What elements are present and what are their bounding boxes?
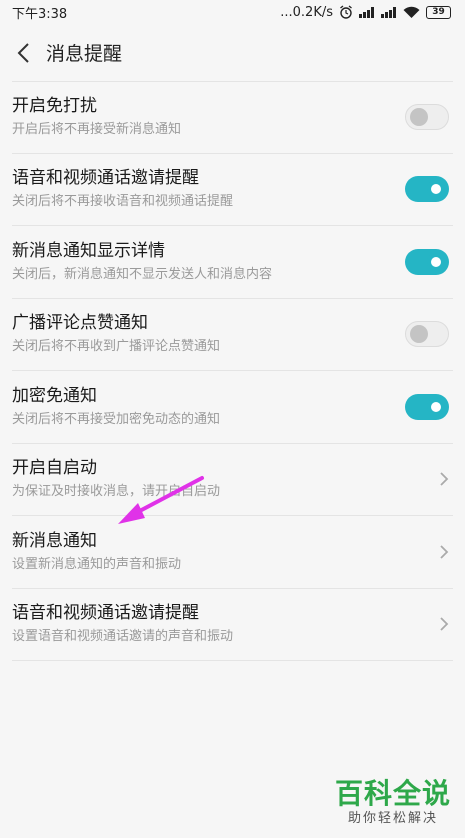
toggle-knob — [427, 397, 445, 416]
watermark-sub-text: 助你轻松解决 — [347, 811, 438, 826]
back-arrow-icon — [17, 42, 29, 63]
setting-row-call-invite-reminder[interactable]: 语音和视频通话邀请提醒关闭后将不再接收语音和视频通话提醒 — [12, 154, 453, 226]
row-title: 新消息通知显示详情 — [12, 240, 165, 261]
status-bar: 下午3:38 ...0.2K/s 39 — [0, 0, 465, 24]
row-description: 设置新消息通知的声音和振动 — [12, 556, 182, 572]
toggle-knob — [410, 108, 428, 127]
chevron-right-icon — [440, 472, 449, 486]
toggle-knob — [410, 325, 428, 344]
row-description: 关闭后，新消息通知不显示发送人和消息内容 — [12, 266, 273, 282]
row-description: 关闭后将不再收到广播评论点赞通知 — [12, 339, 221, 355]
toggle-knob — [427, 252, 445, 271]
row-title: 开启自启动 — [12, 458, 97, 479]
row-title: 广播评论点赞通知 — [12, 313, 148, 334]
status-icons: ...0.2K/s 39 — [280, 5, 451, 20]
chevron-right-icon — [440, 617, 449, 631]
row-title: 语音和视频通话邀请提醒 — [12, 168, 199, 189]
setting-row-auto-start[interactable]: 开启自启动为保证及时接收消息，请开启自启动 — [12, 444, 453, 516]
row-description: 为保证及时接收消息，请开启自启动 — [12, 484, 221, 500]
broadcast-like-notify-toggle[interactable] — [405, 321, 449, 348]
setting-row-broadcast-like-notify[interactable]: 广播评论点赞通知关闭后将不再收到广播评论点赞通知 — [12, 299, 453, 371]
row-description: 关闭后将不再接收语音和视频通话提醒 — [12, 194, 234, 210]
cell-signal-icon-2 — [381, 6, 397, 18]
setting-row-new-message-notify[interactable]: 新消息通知设置新消息通知的声音和振动 — [12, 516, 453, 589]
row-title: 加密免通知 — [12, 385, 97, 406]
encrypted-no-notify-toggle[interactable] — [405, 393, 449, 420]
setting-row-show-details[interactable]: 新消息通知显示详情关闭后，新消息通知不显示发送人和消息内容 — [12, 226, 453, 299]
page-title: 消息提醒 — [46, 43, 123, 65]
row-description: 设置语音和视频通话邀请的声音和振动 — [12, 629, 234, 645]
setting-row-do-not-disturb[interactable]: 开启免打扰开启后将不再接受新消息通知 — [12, 81, 453, 154]
net-speed: ...0.2K/s — [280, 4, 333, 20]
watermark-main-text: 百科全说 — [334, 777, 451, 810]
cell-signal-icon — [359, 6, 375, 18]
watermark-logo: 百科全说 助你轻松解决 — [335, 778, 451, 828]
setting-row-call-invite-sound[interactable]: 语音和视频通话邀请提醒设置语音和视频通话邀请的声音和振动 — [12, 589, 453, 661]
battery-icon: 39 — [426, 5, 451, 19]
toggle-knob — [427, 180, 445, 199]
setting-row-encrypted-no-notify[interactable]: 加密免通知关闭后将不再接受加密免动态的通知 — [12, 371, 453, 444]
row-title: 新消息通知 — [12, 530, 97, 551]
row-title: 语音和视频通话邀请提醒 — [12, 603, 199, 624]
header: 消息提醒 — [0, 24, 465, 81]
back-button[interactable] — [2, 31, 46, 75]
wifi-icon — [403, 6, 420, 18]
row-description: 关闭后将不再接受加密免动态的通知 — [12, 411, 221, 427]
alarm-icon — [340, 5, 352, 19]
status-time: 下午3:38 — [12, 6, 68, 22]
row-title: 开启免打扰 — [12, 96, 97, 117]
settings-list: 开启免打扰 开启后将不再接受新消息通知 语音和视频通话邀请提醒 关闭后将不再接收语音… — [0, 81, 465, 661]
chevron-right-icon — [440, 545, 449, 559]
row-description: 开启后将不再接受新消息通知 — [12, 122, 182, 138]
do-not-disturb-toggle[interactable] — [405, 104, 449, 131]
call-invite-reminder-toggle[interactable] — [405, 176, 449, 203]
show-details-toggle[interactable] — [405, 248, 449, 275]
